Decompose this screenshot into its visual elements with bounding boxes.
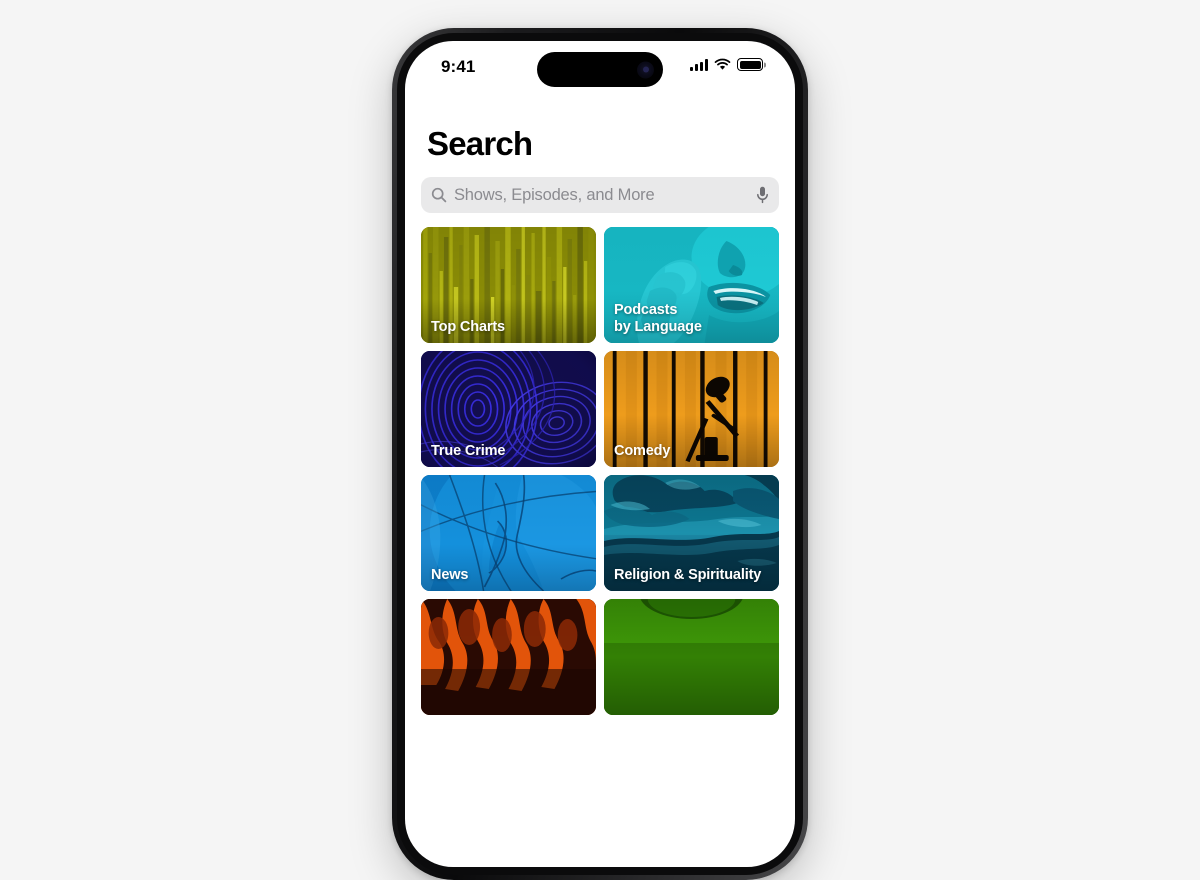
iphone-frame: 9:41 Search Shows, Episodes, and More To… bbox=[392, 28, 808, 880]
search-field[interactable]: Shows, Episodes, and More bbox=[421, 177, 779, 213]
category-tile-partial-left[interactable] bbox=[421, 599, 596, 715]
microphone-icon[interactable] bbox=[756, 186, 769, 204]
page-title: Search bbox=[427, 125, 533, 162]
category-tile-religion-spirituality[interactable]: Religion & Spirituality bbox=[604, 475, 779, 591]
category-tile-news[interactable]: News bbox=[421, 475, 596, 591]
page-background: 9:41 Search Shows, Episodes, and More To… bbox=[0, 0, 1200, 880]
fire-orange-art bbox=[421, 599, 596, 715]
front-camera-icon bbox=[637, 61, 654, 78]
phone-screen: 9:41 Search Shows, Episodes, and More To… bbox=[405, 41, 795, 867]
dynamic-island bbox=[537, 52, 663, 87]
battery-icon bbox=[737, 58, 763, 71]
category-label: Religion & Spirituality bbox=[614, 567, 762, 584]
cellular-signal-icon bbox=[690, 58, 708, 71]
category-label: Top Charts bbox=[431, 319, 505, 336]
status-bar-time: 9:41 bbox=[441, 57, 476, 76]
green-abstract-art bbox=[604, 599, 779, 715]
category-label: Podcasts by Language bbox=[614, 302, 702, 336]
status-bar: 9:41 bbox=[405, 41, 795, 95]
category-tile-comedy[interactable]: Comedy bbox=[604, 351, 779, 467]
category-label: News bbox=[431, 567, 469, 584]
wifi-icon bbox=[714, 58, 731, 70]
category-grid: Top Charts Podcasts by Language True Cri… bbox=[421, 227, 779, 715]
category-tile-podcasts-by-language[interactable]: Podcasts by Language bbox=[604, 227, 779, 343]
category-label: Comedy bbox=[614, 443, 671, 460]
category-tile-partial-right[interactable] bbox=[604, 599, 779, 715]
category-tile-true-crime[interactable]: True Crime bbox=[421, 351, 596, 467]
search-icon bbox=[431, 187, 447, 203]
category-label: True Crime bbox=[431, 443, 506, 460]
status-bar-indicators bbox=[690, 58, 763, 71]
search-input-placeholder[interactable]: Shows, Episodes, and More bbox=[454, 186, 749, 205]
search-screen: Search Shows, Episodes, and More Top Cha… bbox=[405, 125, 795, 715]
category-tile-top-charts[interactable]: Top Charts bbox=[421, 227, 596, 343]
